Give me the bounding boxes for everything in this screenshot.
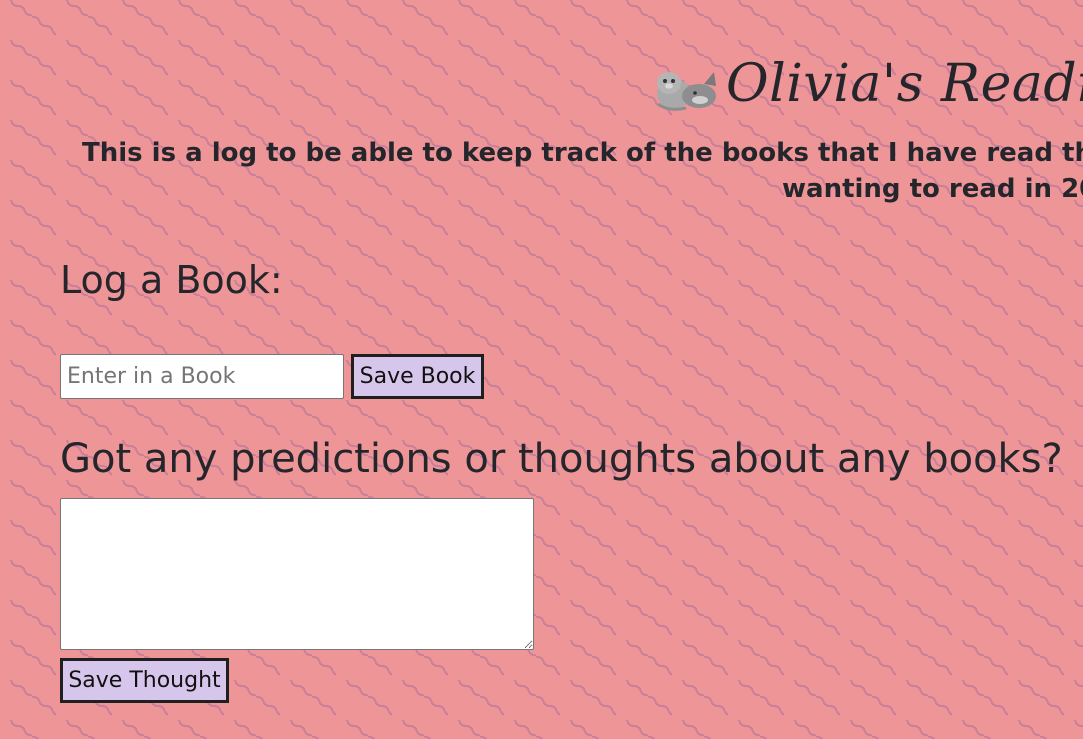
seal-icon bbox=[657, 72, 716, 111]
header: Olivia's Reading This is a log to be abl… bbox=[0, 0, 1083, 230]
book-input[interactable] bbox=[60, 354, 344, 399]
thoughts-heading: Got any predictions or thoughts about an… bbox=[60, 436, 1063, 482]
save-book-button[interactable]: Save Book bbox=[351, 354, 484, 399]
save-thought-button[interactable]: Save Thought bbox=[60, 658, 229, 703]
intro-text-line-2: wanting to read in 202 bbox=[782, 174, 1083, 204]
page: Olivia's Reading This is a log to be abl… bbox=[0, 0, 1083, 739]
thoughts-textarea[interactable] bbox=[60, 498, 534, 650]
intro-text-line-1: This is a log to be able to keep track o… bbox=[82, 138, 1083, 168]
site-title: Olivia's Reading bbox=[726, 54, 1083, 114]
log-book-heading: Log a Book: bbox=[60, 258, 283, 302]
